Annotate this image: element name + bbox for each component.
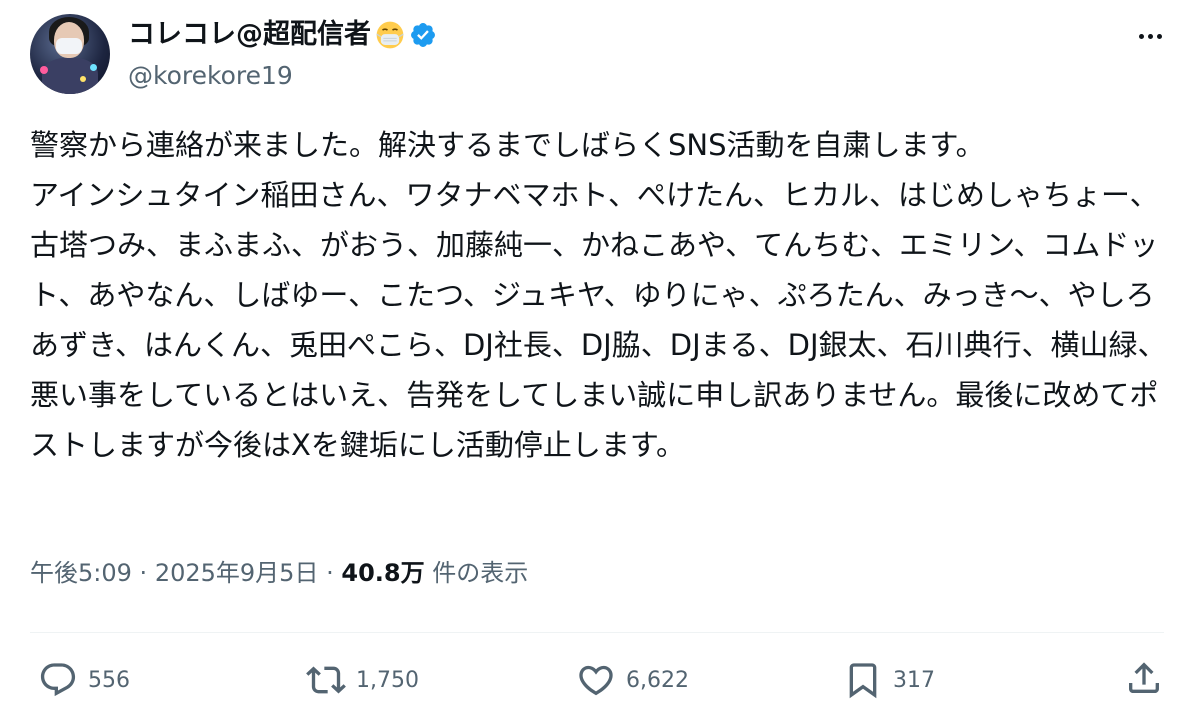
bookmark-icon (849, 663, 877, 699)
name-row: コレコレ@超配信者 (128, 18, 437, 52)
retweet-count: 1,750 (356, 667, 419, 693)
reply-count: 556 (88, 667, 130, 693)
face-with-medical-mask-icon (376, 21, 404, 49)
bookmark-count: 317 (893, 667, 935, 693)
like-count: 6,622 (626, 667, 689, 693)
share-icon (1129, 662, 1159, 693)
heart-icon (579, 665, 613, 696)
display-name[interactable]: コレコレ@超配信者 (128, 18, 371, 52)
views-label: 件の表示 (432, 559, 529, 587)
tweet-header: コレコレ@超配信者 @korekore19 (30, 14, 1166, 100)
action-bar: 556 1,750 6,622 317 (30, 654, 1164, 710)
views-count: 40.8万 (341, 559, 425, 587)
verified-badge-icon (411, 23, 435, 47)
bookmark-button[interactable]: 317 (843, 660, 935, 700)
user-handle[interactable]: @korekore19 (128, 60, 293, 92)
tweet-text: 警察から連絡が来ました。解決するまでしばらくSNS活動を自粛します。 アインシュ… (30, 128, 1167, 462)
retweet-icon (306, 666, 346, 694)
retweet-button[interactable]: 1,750 (306, 660, 419, 700)
like-button[interactable]: 6,622 (576, 660, 689, 700)
share-button[interactable] (1124, 658, 1164, 698)
tweet-meta: 午後5:09 · 2025年9月5日 · 40.8万 件の表示 (30, 557, 528, 589)
avatar[interactable] (30, 14, 110, 94)
meta-separator: · (139, 559, 148, 587)
divider (30, 632, 1164, 633)
tweet-time[interactable]: 午後5:09 (30, 559, 132, 587)
reply-button[interactable]: 556 (38, 660, 130, 700)
meta-separator: · (326, 559, 334, 587)
more-icon[interactable] (1134, 20, 1166, 52)
tweet-date[interactable]: 2025年9月5日 (155, 559, 319, 587)
reply-icon (40, 663, 76, 697)
